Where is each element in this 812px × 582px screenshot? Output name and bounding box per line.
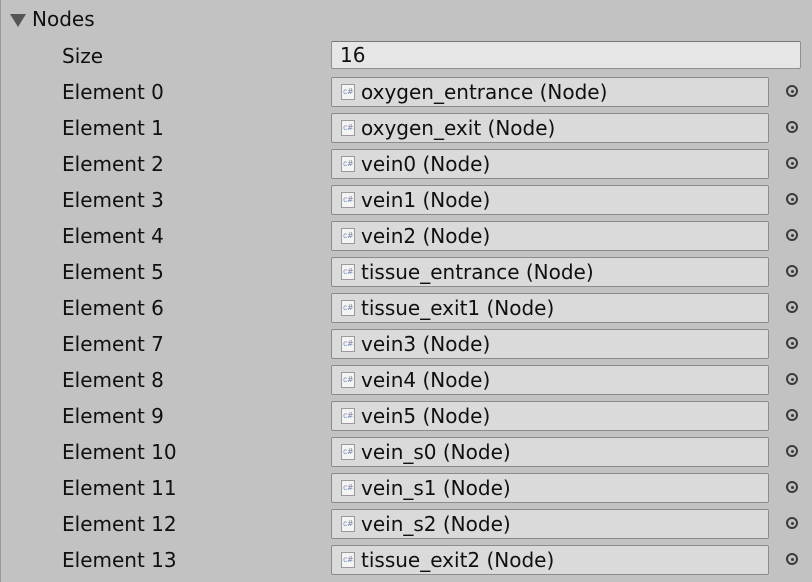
element-row: Element 11 c# vein_s1 (Node) <box>0 470 812 506</box>
object-field-value: oxygen_exit (Node) <box>361 116 556 140</box>
object-field-value: vein3 (Node) <box>361 332 491 356</box>
object-field-value: vein4 (Node) <box>361 368 491 392</box>
element-label: Element 5 <box>62 260 164 284</box>
size-input[interactable]: 16 <box>331 41 801 69</box>
object-field-value: tissue_exit2 (Node) <box>361 548 555 572</box>
object-field-value: vein2 (Node) <box>361 224 491 248</box>
element-label: Element 13 <box>62 548 177 572</box>
object-field-value: vein_s1 (Node) <box>361 476 511 500</box>
element-row: Element 8 c# vein4 (Node) <box>0 362 812 398</box>
element-row: Element 7 c# vein3 (Node) <box>0 326 812 362</box>
csharp-script-icon: c# <box>341 264 355 280</box>
object-field[interactable]: c# oxygen_entrance (Node) <box>331 77 769 107</box>
csharp-script-icon: c# <box>341 84 355 100</box>
element-row: Element 4 c# vein2 (Node) <box>0 218 812 254</box>
element-row: Element 10 c# vein_s0 (Node) <box>0 434 812 470</box>
object-picker-icon[interactable] <box>786 337 798 349</box>
element-label: Element 9 <box>62 404 164 428</box>
csharp-script-icon: c# <box>341 408 355 424</box>
object-picker-icon[interactable] <box>786 265 798 277</box>
object-field[interactable]: c# vein0 (Node) <box>331 149 769 179</box>
object-field-value: vein0 (Node) <box>361 152 491 176</box>
element-label: Element 11 <box>62 476 177 500</box>
element-label: Element 8 <box>62 368 164 392</box>
csharp-script-icon: c# <box>341 336 355 352</box>
foldout-label: Nodes <box>32 7 95 31</box>
object-picker-icon[interactable] <box>786 517 798 529</box>
object-picker-icon[interactable] <box>786 85 798 97</box>
element-row: Element 5 c# tissue_entrance (Node) <box>0 254 812 290</box>
object-field[interactable]: c# tissue_exit2 (Node) <box>331 545 769 575</box>
element-label: Element 2 <box>62 152 164 176</box>
object-field[interactable]: c# vein5 (Node) <box>331 401 769 431</box>
object-field[interactable]: c# vein2 (Node) <box>331 221 769 251</box>
object-picker-icon[interactable] <box>786 301 798 313</box>
object-field-value: vein_s2 (Node) <box>361 512 511 536</box>
element-row: Element 3 c# vein1 (Node) <box>0 182 812 218</box>
object-picker-icon[interactable] <box>786 481 798 493</box>
object-picker-icon[interactable] <box>786 121 798 133</box>
csharp-script-icon: c# <box>341 156 355 172</box>
object-field-value: oxygen_entrance (Node) <box>361 80 608 104</box>
csharp-script-icon: c# <box>341 300 355 316</box>
object-picker-icon[interactable] <box>786 409 798 421</box>
csharp-script-icon: c# <box>341 444 355 460</box>
csharp-script-icon: c# <box>341 192 355 208</box>
object-field[interactable]: c# vein_s2 (Node) <box>331 509 769 539</box>
object-field[interactable]: c# vein4 (Node) <box>331 365 769 395</box>
element-label: Element 1 <box>62 116 164 140</box>
object-field[interactable]: c# vein3 (Node) <box>331 329 769 359</box>
foldout-arrow-icon[interactable] <box>10 13 26 27</box>
element-row: Element 2 c# vein0 (Node) <box>0 146 812 182</box>
element-label: Element 10 <box>62 440 177 464</box>
element-row: Element 13 c# tissue_exit2 (Node) <box>0 542 812 578</box>
object-field[interactable]: c# tissue_exit1 (Node) <box>331 293 769 323</box>
object-picker-icon[interactable] <box>786 553 798 565</box>
object-picker-icon[interactable] <box>786 157 798 169</box>
object-field-value: vein_s0 (Node) <box>361 440 511 464</box>
element-row: Element 9 c# vein5 (Node) <box>0 398 812 434</box>
csharp-script-icon: c# <box>341 516 355 532</box>
csharp-script-icon: c# <box>341 228 355 244</box>
element-label: Element 3 <box>62 188 164 212</box>
object-picker-icon[interactable] <box>786 229 798 241</box>
object-field[interactable]: c# vein_s1 (Node) <box>331 473 769 503</box>
element-label: Element 6 <box>62 296 164 320</box>
element-label: Element 12 <box>62 512 177 536</box>
object-field-value: tissue_entrance (Node) <box>361 260 594 284</box>
object-picker-icon[interactable] <box>786 445 798 457</box>
size-row: Size 16 <box>0 38 812 74</box>
element-row: Element 1 c# oxygen_exit (Node) <box>0 110 812 146</box>
element-label: Element 7 <box>62 332 164 356</box>
csharp-script-icon: c# <box>341 480 355 496</box>
nodes-foldout[interactable]: Nodes <box>10 4 95 34</box>
object-field[interactable]: c# vein1 (Node) <box>331 185 769 215</box>
object-field[interactable]: c# tissue_entrance (Node) <box>331 257 769 287</box>
element-row: Element 0 c# oxygen_entrance (Node) <box>0 74 812 110</box>
object-field-value: vein5 (Node) <box>361 404 491 428</box>
element-label: Element 0 <box>62 80 164 104</box>
object-picker-icon[interactable] <box>786 373 798 385</box>
object-field-value: vein1 (Node) <box>361 188 491 212</box>
object-picker-icon[interactable] <box>786 193 798 205</box>
size-label: Size <box>62 44 104 68</box>
csharp-script-icon: c# <box>341 120 355 136</box>
object-field-value: tissue_exit1 (Node) <box>361 296 555 320</box>
element-label: Element 4 <box>62 224 164 248</box>
csharp-script-icon: c# <box>341 372 355 388</box>
object-field[interactable]: c# vein_s0 (Node) <box>331 437 769 467</box>
csharp-script-icon: c# <box>341 552 355 568</box>
object-field[interactable]: c# oxygen_exit (Node) <box>331 113 769 143</box>
element-row: Element 6 c# tissue_exit1 (Node) <box>0 290 812 326</box>
element-row: Element 12 c# vein_s2 (Node) <box>0 506 812 542</box>
